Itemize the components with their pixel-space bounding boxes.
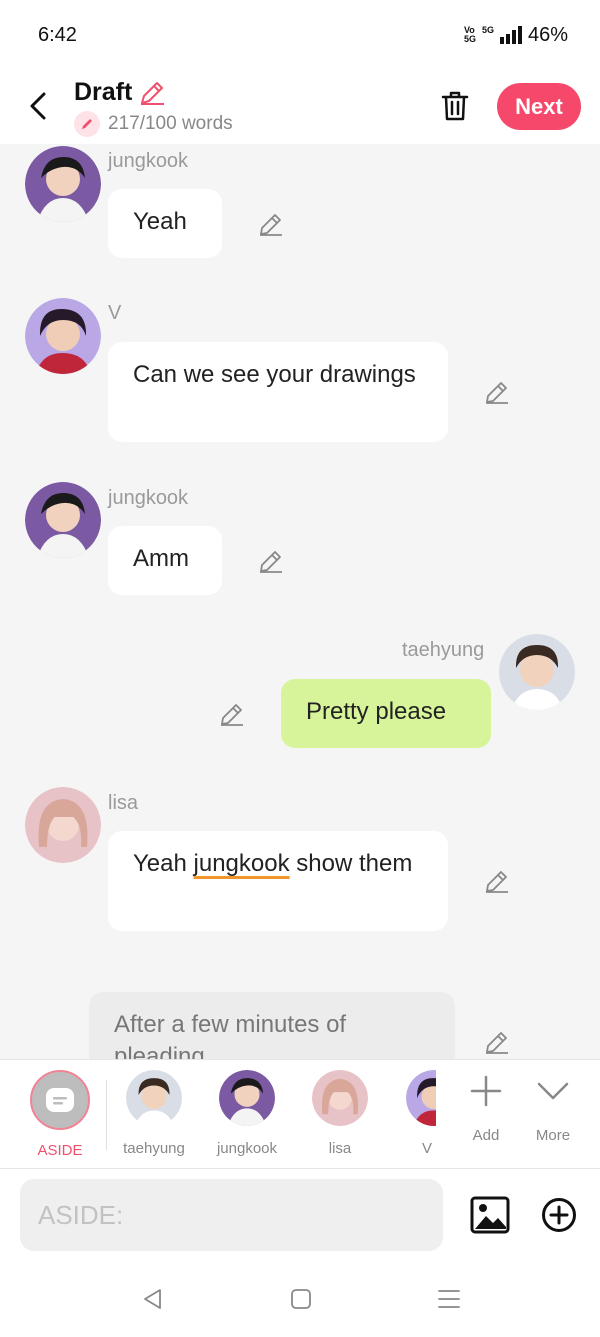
- page-title: Draft: [74, 78, 133, 106]
- avatar[interactable]: [25, 787, 101, 863]
- sender-name: V: [108, 302, 122, 324]
- plus-icon: [470, 1075, 502, 1107]
- edit-title-icon[interactable]: [138, 79, 166, 107]
- chevron-down-icon: [537, 1082, 569, 1100]
- composer: [0, 1169, 600, 1261]
- edit-icon[interactable]: [258, 548, 284, 574]
- more-label: More: [535, 1127, 571, 1144]
- sender-name: jungkook: [108, 150, 189, 172]
- character-label: ASIDE: [37, 1142, 83, 1159]
- character-taehyung[interactable]: taehyung: [114, 1070, 194, 1157]
- avatar: [126, 1070, 182, 1126]
- pencil-icon: [82, 119, 92, 129]
- character-label: jungkook: [216, 1140, 278, 1157]
- chevron-left-icon: [30, 92, 46, 120]
- character-label: lisa: [328, 1140, 352, 1157]
- edit-icon[interactable]: [484, 1029, 510, 1055]
- next-button[interactable]: Next: [497, 83, 581, 130]
- message-text: Pretty please: [306, 698, 447, 725]
- avatar: [219, 1070, 275, 1126]
- word-count-badge: [74, 111, 100, 137]
- message-text: Yeah: [133, 208, 187, 235]
- insert-image-button[interactable]: [470, 1196, 510, 1234]
- signal-icon: [499, 26, 522, 44]
- image-icon: [470, 1196, 510, 1234]
- edit-icon[interactable]: [258, 211, 284, 237]
- aside-avatar: [30, 1070, 90, 1130]
- character-selector: ASIDE taehyung jungkook lisa V Add More: [0, 1059, 600, 1169]
- edit-icon[interactable]: [484, 379, 510, 405]
- nav-home-icon[interactable]: [289, 1287, 313, 1311]
- back-button[interactable]: [24, 88, 52, 124]
- character-label: V: [421, 1140, 432, 1157]
- add-label: Add: [472, 1127, 500, 1144]
- app-header: Draft 217/100 words Next: [0, 70, 600, 144]
- character-v[interactable]: V: [392, 1070, 436, 1157]
- message-text: Can we see your drawings: [133, 361, 416, 388]
- character-lisa[interactable]: lisa: [300, 1070, 380, 1157]
- nav-menu-icon[interactable]: [437, 1287, 461, 1311]
- system-nav-bar: [0, 1261, 600, 1337]
- avatar[interactable]: [25, 298, 101, 374]
- message-bubble[interactable]: Amm: [108, 526, 222, 595]
- nav-back-icon[interactable]: [141, 1287, 165, 1311]
- message-input[interactable]: [20, 1179, 443, 1251]
- message-bubble[interactable]: Can we see your drawings: [108, 342, 448, 442]
- sender-name: jungkook: [108, 487, 189, 509]
- avatar: [406, 1070, 436, 1126]
- edit-icon[interactable]: [219, 701, 245, 727]
- aside-bubble[interactable]: After a few minutes of pleading: [89, 992, 455, 1059]
- avatar[interactable]: [25, 482, 101, 558]
- message-icon: [46, 1088, 74, 1112]
- battery-level: 46%: [527, 23, 568, 46]
- aside-text: After a few minutes of pleading: [114, 1011, 347, 1059]
- avatar: [312, 1070, 368, 1126]
- delete-button[interactable]: [438, 88, 472, 124]
- sender-name: lisa: [108, 792, 139, 814]
- more-button[interactable]: More: [523, 1074, 583, 1144]
- status-bar: 6:42 Vo 5G 5G 46%: [0, 0, 600, 70]
- network-type-label: 5G: [481, 25, 494, 35]
- sender-name: taehyung: [402, 639, 485, 661]
- character-aside[interactable]: ASIDE: [20, 1070, 100, 1159]
- divider: [106, 1080, 107, 1150]
- status-time: 6:42: [38, 23, 77, 46]
- add-button[interactable]: [541, 1197, 577, 1233]
- message-bubble[interactable]: Yeah jungkook show them: [108, 831, 448, 931]
- status-icons: Vo 5G 5G 46%: [464, 24, 568, 47]
- avatar[interactable]: [499, 634, 575, 710]
- word-count: 217/100 words: [108, 113, 233, 134]
- plus-circle-icon: [542, 1198, 576, 1232]
- edit-icon[interactable]: [484, 868, 510, 894]
- trash-icon: [441, 91, 469, 121]
- character-label: taehyung: [123, 1140, 185, 1157]
- message-text: Amm: [133, 545, 189, 572]
- add-character-button[interactable]: Add: [456, 1074, 516, 1144]
- chat-area[interactable]: jungkook Yeah V Can we see your drawings…: [0, 144, 600, 1059]
- title-block: Draft 217/100 words: [74, 78, 233, 137]
- message-text: Yeah jungkook show them: [133, 850, 413, 877]
- message-bubble[interactable]: Pretty please: [281, 679, 491, 748]
- message-bubble[interactable]: Yeah: [108, 189, 222, 258]
- avatar[interactable]: [25, 146, 101, 222]
- character-jungkook[interactable]: jungkook: [207, 1070, 287, 1157]
- volte-icon: Vo 5G: [463, 25, 476, 44]
